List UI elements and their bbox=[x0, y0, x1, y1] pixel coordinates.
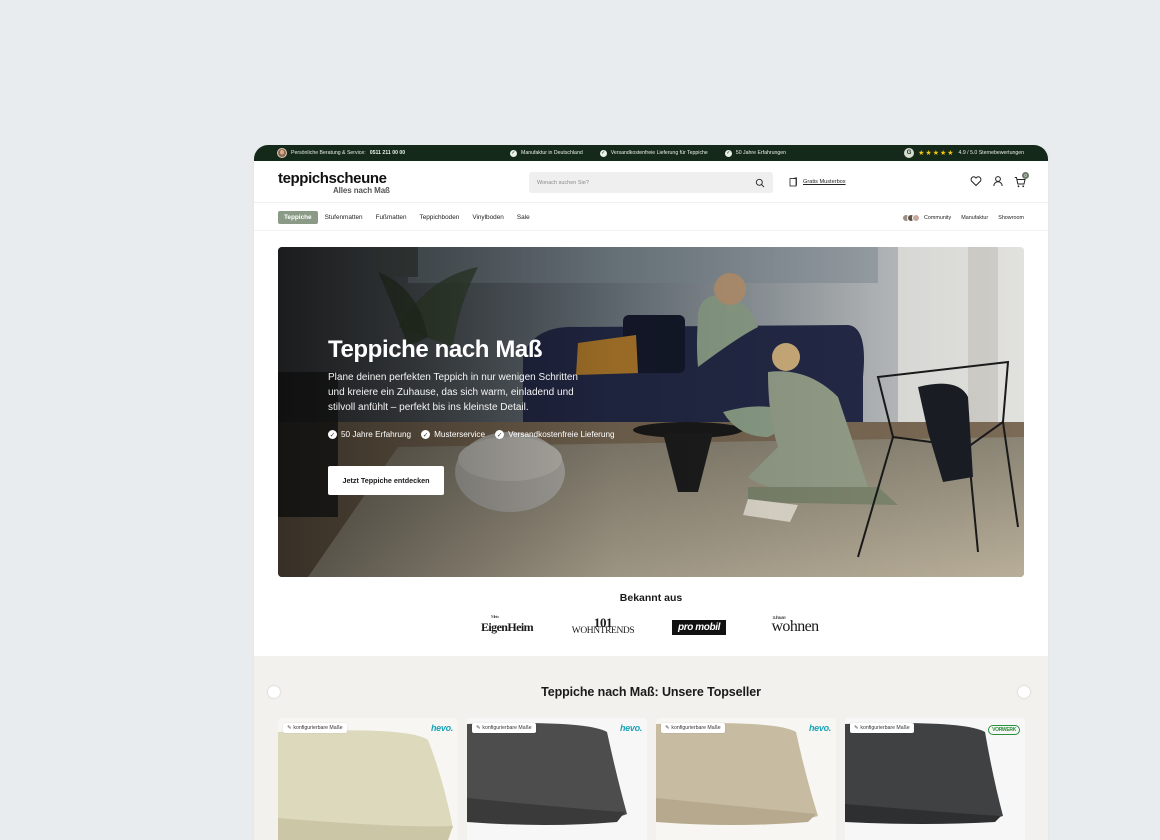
product-image bbox=[656, 718, 836, 840]
edit-icon: ✎ bbox=[854, 725, 859, 731]
box-icon bbox=[789, 177, 797, 187]
usp-list: ✓ Manufaktur in Deutschland ✓ Versandkoste… bbox=[510, 149, 786, 157]
topseller-section: Teppiche nach Maß: Unsere Topseller ✎ kon… bbox=[254, 656, 1048, 840]
usp-item: ✓ Manufaktur in Deutschland bbox=[510, 149, 583, 157]
logo-eigenheim: Mein EigenHeim bbox=[481, 613, 534, 634]
hero-usp: ✓ 50 Jahre Erfahrung bbox=[328, 430, 412, 439]
logo-brand: teppichscheune bbox=[278, 170, 387, 187]
service-info: Persönliche Beratung & Service: 0511 211… bbox=[277, 148, 405, 158]
nav-item-community[interactable]: Community bbox=[901, 214, 951, 222]
service-prefix: Persönliche Beratung & Service: bbox=[291, 150, 366, 156]
hero-title: Teppiche nach Maß bbox=[328, 336, 543, 363]
product-card[interactable]: ✎ konfigurierbare Maße hevo. bbox=[278, 718, 458, 840]
service-phone[interactable]: 0511 211 00 00 bbox=[370, 150, 406, 156]
rating-summary[interactable]: G ★★★★★ 4.9 / 5.0 Sternebewertungen bbox=[904, 148, 1024, 158]
star-rating: ★★★★★ bbox=[918, 150, 955, 157]
nav-item-sale[interactable]: Sale bbox=[511, 211, 536, 224]
user-icon[interactable] bbox=[992, 175, 1004, 187]
brand-logo: hevo. bbox=[430, 723, 453, 733]
search-placeholder: Wonach suchen Sie? bbox=[537, 179, 589, 186]
product-list: ✎ konfigurierbare Maße hevo. ✎ konfigurier… bbox=[278, 718, 1025, 840]
advisor-avatar bbox=[277, 148, 287, 158]
nav-item-vinylboden[interactable]: Vinylboden bbox=[466, 211, 510, 224]
nav-item-fussmatten[interactable]: Fußmatten bbox=[370, 211, 413, 224]
usp-item: ✓ Versandkostenfreie Lieferung für Teppic… bbox=[599, 149, 708, 157]
search-input[interactable]: Wonach suchen Sie? bbox=[529, 172, 773, 193]
community-avatars bbox=[901, 214, 920, 222]
browser-frame: Persönliche Beratung & Service: 0511 211… bbox=[254, 145, 1048, 840]
hero-text: Plane deinen perfekten Teppich in nur we… bbox=[328, 372, 578, 413]
config-tag: ✎ konfigurierbare Maße bbox=[472, 723, 536, 733]
config-tag: ✎ konfigurierbare Maße bbox=[661, 723, 725, 733]
hero-usp: ✓ Musterservice bbox=[421, 430, 486, 439]
press-logos: Mein EigenHeim 101 WOHNTRENDS pro mobil zu… bbox=[254, 613, 1048, 638]
product-card[interactable]: ✎ konfigurierbare Maße hevo. bbox=[467, 718, 647, 840]
logo-claim: Alles nach Maß bbox=[333, 186, 390, 195]
config-tag: ✎ konfigurierbare Maße bbox=[283, 723, 347, 733]
hero-banner: Teppiche nach Maß Plane deinen perfekten… bbox=[278, 247, 1024, 577]
press-title: Bekannt aus bbox=[619, 592, 683, 604]
check-icon: ✓ bbox=[599, 149, 607, 157]
cart-count-badge: 0 bbox=[1022, 172, 1029, 179]
check-icon: ✓ bbox=[421, 430, 431, 439]
carousel-prev-button[interactable] bbox=[268, 686, 280, 698]
nav-item-manufaktur[interactable]: Manufaktur bbox=[961, 215, 988, 221]
search-icon[interactable] bbox=[755, 178, 765, 188]
edit-icon: ✎ bbox=[476, 725, 481, 731]
heart-icon[interactable] bbox=[970, 175, 982, 187]
top-info-bar: Persönliche Beratung & Service: 0511 211… bbox=[254, 145, 1048, 161]
site-logo[interactable]: teppichscheune Alles nach Maß bbox=[278, 171, 390, 195]
brand-logo: VORWERK bbox=[988, 725, 1020, 735]
press-section: Bekannt aus Mein EigenHeim 101 WOHNTRENDS … bbox=[254, 592, 1048, 638]
musterbox-link[interactable]: Gratis Musterbox bbox=[789, 177, 846, 187]
edit-icon: ✎ bbox=[665, 725, 670, 731]
brand-logo: hevo. bbox=[808, 723, 831, 733]
nav-item-stufenmatten[interactable]: Stufenmatten bbox=[319, 211, 369, 224]
nav-item-teppichboden[interactable]: Teppichboden bbox=[414, 211, 466, 224]
logo-wohntrends: 101 WOHNTRENDS bbox=[571, 614, 635, 636]
site-header: teppichscheune Alles nach Maß Wonach suc… bbox=[254, 161, 1048, 203]
check-icon: ✓ bbox=[724, 149, 732, 157]
product-image bbox=[467, 718, 647, 840]
brand-logo: hevo. bbox=[619, 723, 642, 733]
hero-usps: ✓ 50 Jahre Erfahrung ✓ Musterservice ✓ Vers… bbox=[328, 430, 615, 439]
check-icon: ✓ bbox=[510, 149, 517, 157]
nav-item-showroom[interactable]: Showroom bbox=[998, 215, 1024, 221]
header-actions: 0 bbox=[970, 172, 1029, 188]
google-icon: G bbox=[904, 148, 915, 158]
product-card[interactable]: ✎ konfigurierbare Maße hevo. bbox=[656, 718, 836, 840]
rating-text: 4.9 / 5.0 Sternebewertungen bbox=[958, 150, 1024, 156]
product-image bbox=[845, 718, 1025, 840]
logo-promobil: pro mobil bbox=[651, 619, 747, 635]
product-image bbox=[278, 718, 458, 840]
hero-usp: ✓ Versandkostenfreie Lieferung bbox=[495, 430, 615, 439]
product-card[interactable]: ✎ konfigurierbare Maße VORWERK bbox=[845, 718, 1025, 840]
logo-wohnen: zuhause wohnen bbox=[771, 615, 819, 635]
topseller-title: Teppiche nach Maß: Unsere Topseller bbox=[541, 685, 761, 699]
check-icon: ✓ bbox=[495, 430, 505, 439]
config-tag: ✎ konfigurierbare Maße bbox=[850, 723, 914, 733]
main-nav: Teppiche Stufenmatten Fußmatten Teppichb… bbox=[254, 203, 1048, 231]
check-icon: ✓ bbox=[328, 430, 337, 439]
edit-icon: ✎ bbox=[287, 725, 292, 731]
nav-item-teppiche[interactable]: Teppiche bbox=[278, 211, 318, 224]
cart-button[interactable]: 0 bbox=[1014, 172, 1029, 188]
carousel-next-button[interactable] bbox=[1018, 686, 1030, 698]
usp-item: ✓ 50 Jahre Erfahrungen bbox=[724, 149, 786, 157]
hero-cta-button[interactable]: Jetzt Teppiche entdecken bbox=[328, 466, 444, 495]
